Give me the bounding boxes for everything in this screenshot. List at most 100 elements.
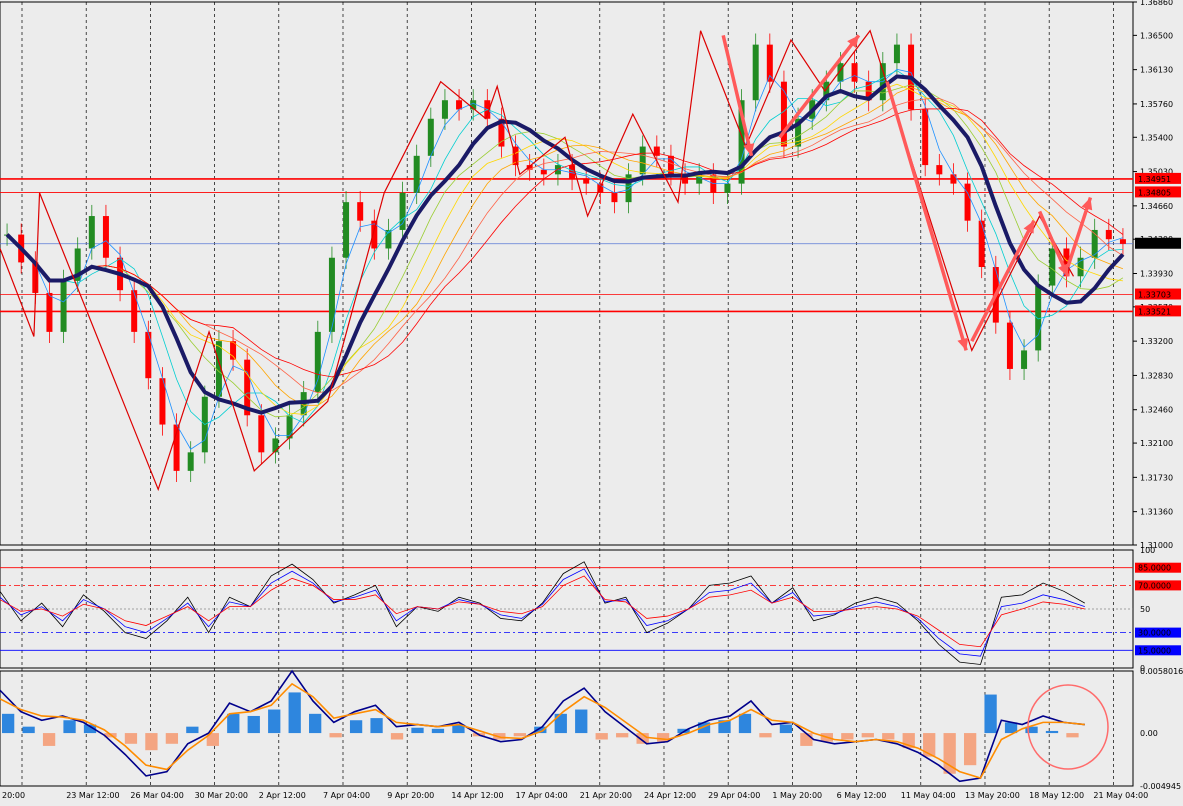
candle-body: [752, 44, 759, 101]
candle-body: [540, 169, 547, 175]
macd-histogram-bar: [22, 726, 35, 734]
price-label: 1.33703: [1138, 291, 1171, 300]
macd-histogram-bar: [861, 733, 874, 738]
y-tick-label: 1.36130: [1140, 66, 1173, 75]
y-tick-label: 1.31360: [1140, 508, 1173, 517]
candle-body: [456, 100, 463, 110]
candle-body: [1049, 248, 1056, 286]
macd-histogram-bar: [349, 720, 363, 734]
macd-histogram-bar: [288, 692, 301, 734]
candle-body: [187, 452, 194, 471]
macd-histogram-bar: [63, 720, 76, 734]
macd-histogram-bar: [1045, 730, 1059, 734]
price-label: 1.34951: [1138, 175, 1171, 184]
macd-histogram-bar: [513, 733, 526, 737]
candle-body: [131, 290, 138, 332]
x-tick-label: 13 May 20:00: [965, 791, 1020, 800]
y-tick-label: 1.33200: [1140, 337, 1173, 346]
macd-histogram-bar: [42, 733, 56, 746]
macd-histogram-bar: [309, 713, 322, 734]
x-tick-label: 18 May 12:00: [1029, 791, 1084, 800]
y-tick-label: 1.32830: [1140, 371, 1173, 380]
macd-y-tick-label: -0.004945: [1140, 782, 1181, 791]
candle-body: [314, 331, 321, 393]
rsi-level-label: 30.0000: [1138, 629, 1171, 638]
ribbon-ma: [6, 97, 1124, 394]
panel-frame-0: [0, 1, 1134, 546]
price-label: 1.34251: [1138, 240, 1171, 249]
macd-histogram-bar: [145, 733, 158, 751]
macd-histogram-bar: [616, 733, 629, 738]
x-tick-label: 6 May 12:00: [837, 791, 887, 800]
x-tick-label: 14 Apr 12:00: [451, 791, 503, 800]
macd-histogram-bar: [738, 713, 752, 734]
macd-y-tick-label: 0.00: [1140, 729, 1158, 738]
x-tick-label: 17 Apr 04:00: [516, 791, 568, 800]
macd-histogram-bar: [247, 715, 260, 734]
y-tick-label: 1.34660: [1140, 202, 1173, 211]
x-tick-label: 9 Apr 20:00: [387, 791, 434, 800]
macd-histogram-bar: [411, 727, 424, 734]
macd-histogram-bar: [882, 733, 895, 740]
x-tick-label: 30 Mar 20:00: [195, 791, 248, 800]
chart-canvas[interactable]: 20:00 23 Mar 12:00 26 Mar 04:00 30 Mar 20:0…: [0, 0, 1183, 802]
candle-body: [950, 174, 957, 184]
candle-body: [1119, 239, 1126, 244]
candle-body: [60, 280, 67, 332]
candle-body: [724, 183, 731, 193]
macd-series-line: [0, 682, 1085, 779]
y-tick-label: 1.32460: [1140, 406, 1173, 415]
ribbon-ma: [6, 86, 1124, 406]
candle-body: [399, 192, 406, 230]
forecast-arrow-shaft: [721, 34, 754, 157]
candle-body: [583, 178, 590, 184]
candle-body: [1006, 322, 1013, 369]
x-tick-label: 20:00: [2, 791, 25, 800]
candle-body: [639, 146, 646, 175]
macd-histogram-bar: [779, 724, 793, 734]
ribbon-ma: [6, 68, 1124, 450]
candle-body: [46, 292, 53, 332]
macd-series-line: [0, 669, 1085, 783]
ribbon-ma: [6, 84, 1124, 418]
candle-body: [936, 165, 943, 175]
candle-body: [328, 257, 335, 332]
x-tick-label: 11 May 04:00: [901, 791, 956, 800]
candle-body: [978, 220, 985, 268]
chart-window: 20:00 23 Mar 12:00 26 Mar 04:00 30 Mar 20:0…: [0, 0, 1183, 802]
macd-histogram-bar: [431, 728, 445, 734]
y-tick-label: 1.35400: [1140, 133, 1173, 142]
x-tick-label: 29 Apr 04:00: [708, 791, 760, 800]
macd-histogram-bar: [165, 733, 179, 744]
macd-histogram-bar: [186, 726, 199, 734]
candle-body: [357, 202, 364, 221]
macd-histogram-bar: [124, 733, 138, 744]
candle-body: [653, 146, 660, 156]
macd-histogram-bar: [370, 718, 383, 734]
candle-body: [893, 44, 900, 64]
rsi-y-tick-label: 50: [1140, 605, 1150, 614]
x-tick-label: 1 May 20:00: [772, 791, 822, 800]
macd-histogram-bar: [554, 713, 567, 734]
candle-body: [1021, 350, 1028, 369]
y-tick-label: 1.33930: [1140, 270, 1173, 279]
macd-histogram-bar: [841, 733, 854, 740]
y-tick-label: 1.36860: [1140, 0, 1173, 7]
candle-body: [611, 192, 618, 203]
macd-histogram-bar: [227, 713, 240, 734]
price-label: 1.33521: [1138, 307, 1171, 316]
y-tick-label: 1.36500: [1140, 31, 1173, 40]
slow-moving-average: [5, 74, 1125, 415]
rsi-level-label: 70.0000: [1138, 581, 1171, 590]
candle-body: [343, 202, 350, 258]
y-tick-label: 1.35760: [1140, 100, 1173, 109]
macd-histogram-bar: [329, 733, 342, 738]
macd-histogram-bar: [390, 733, 404, 740]
macd-y-tick-label: 0.0058016: [1140, 667, 1183, 676]
y-tick-label: 1.31730: [1140, 473, 1173, 482]
x-tick-label: 2 Apr 12:00: [259, 791, 306, 800]
highlight-circle: [1027, 684, 1109, 770]
macd-histogram-bar: [2, 713, 15, 734]
price-label: 1.34805: [1138, 188, 1171, 197]
macd-histogram-bar: [1066, 733, 1079, 738]
